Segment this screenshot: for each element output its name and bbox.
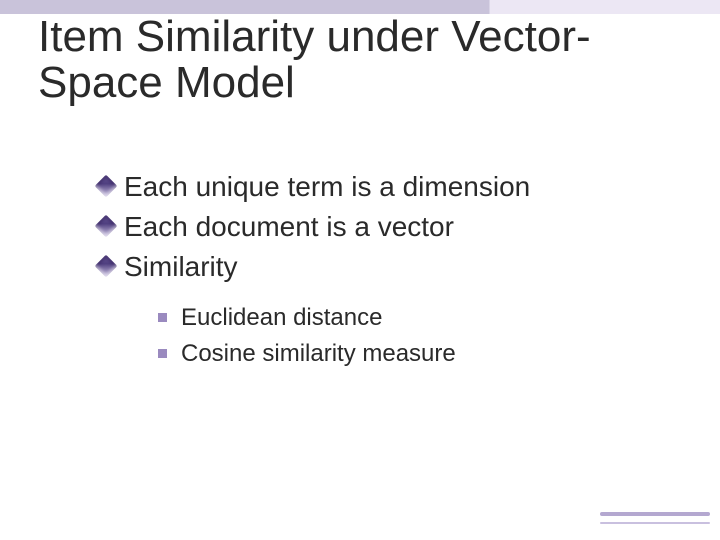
list-item-label: Euclidean distance: [181, 301, 382, 335]
slide-title: Item Similarity under Vector- Space Mode…: [38, 14, 690, 106]
title-line-2: Space Model: [38, 58, 295, 107]
diamond-bullet-icon: [98, 178, 114, 194]
sub-list: Euclidean distance Cosine similarity mea…: [158, 301, 690, 370]
list-item: Euclidean distance: [158, 301, 690, 335]
diamond-bullet-icon: [98, 258, 114, 274]
list-item-label: Each unique term is a dimension: [124, 168, 530, 206]
diamond-bullet-icon: [98, 218, 114, 234]
list-item-label: Similarity: [124, 248, 238, 286]
slide: Item Similarity under Vector- Space Mode…: [0, 0, 720, 540]
slide-body: Each unique term is a dimension Each doc…: [98, 168, 690, 373]
list-item: Each document is a vector: [98, 208, 690, 246]
square-bullet-icon: [158, 313, 167, 322]
title-line-1: Item Similarity under Vector-: [38, 12, 591, 61]
square-bullet-icon: [158, 349, 167, 358]
list-item: Each unique term is a dimension: [98, 168, 690, 206]
corner-accent-icon: [600, 498, 710, 534]
list-item-label: Each document is a vector: [124, 208, 454, 246]
list-item: Cosine similarity measure: [158, 337, 690, 371]
list-item: Similarity: [98, 248, 690, 286]
list-item-label: Cosine similarity measure: [181, 337, 456, 371]
